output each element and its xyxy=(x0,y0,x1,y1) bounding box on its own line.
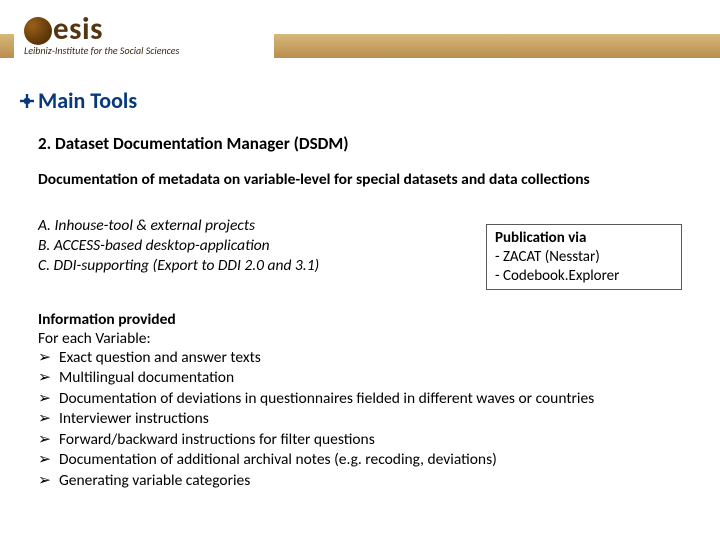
logo-ball-icon xyxy=(24,17,52,45)
info-each: For each Variable: xyxy=(38,329,151,348)
logo: esis Leibniz-Institute for the Social Sc… xyxy=(14,10,274,64)
bullet-item: Generating variable categories xyxy=(38,471,594,491)
bullet-item: Interviewer instructions xyxy=(38,409,594,429)
page-title: Main Tools xyxy=(38,87,137,114)
bullet-item: Multilingual documentation xyxy=(38,368,594,388)
info-bullets: Exact question and answer texts Multilin… xyxy=(38,348,594,491)
feature-b: B. ACCESS-based desktop-application xyxy=(38,236,319,256)
bullet-item: Exact question and answer texts xyxy=(38,348,594,368)
feature-c: C. DDI-supporting (Export to DDI 2.0 and… xyxy=(38,256,319,276)
feature-a: A. Inhouse-tool & external projects xyxy=(38,216,319,236)
publication-line-1: - ZACAT (Nesstar) xyxy=(495,248,673,267)
bullet-item: Forward/backward instructions for filter… xyxy=(38,430,594,450)
section-description: Documentation of metadata on variable-le… xyxy=(38,170,698,189)
logo-text: esis xyxy=(53,10,103,48)
star-bullet-icon xyxy=(20,94,34,108)
publication-header: Publication via xyxy=(495,229,673,248)
logo-subtitle: Leibniz-Institute for the Social Science… xyxy=(24,44,179,57)
publication-line-2: - Codebook.Explorer xyxy=(495,267,673,286)
publication-box: Publication via - ZACAT (Nesstar) - Code… xyxy=(486,224,682,290)
info-header: Information provided xyxy=(38,310,176,329)
feature-list: A. Inhouse-tool & external projects B. A… xyxy=(38,216,319,276)
section-heading: 2. Dataset Documentation Manager (DSDM) xyxy=(38,133,349,154)
bullet-item: Documentation of additional archival not… xyxy=(38,450,594,470)
bullet-item: Documentation of deviations in questionn… xyxy=(38,389,594,409)
